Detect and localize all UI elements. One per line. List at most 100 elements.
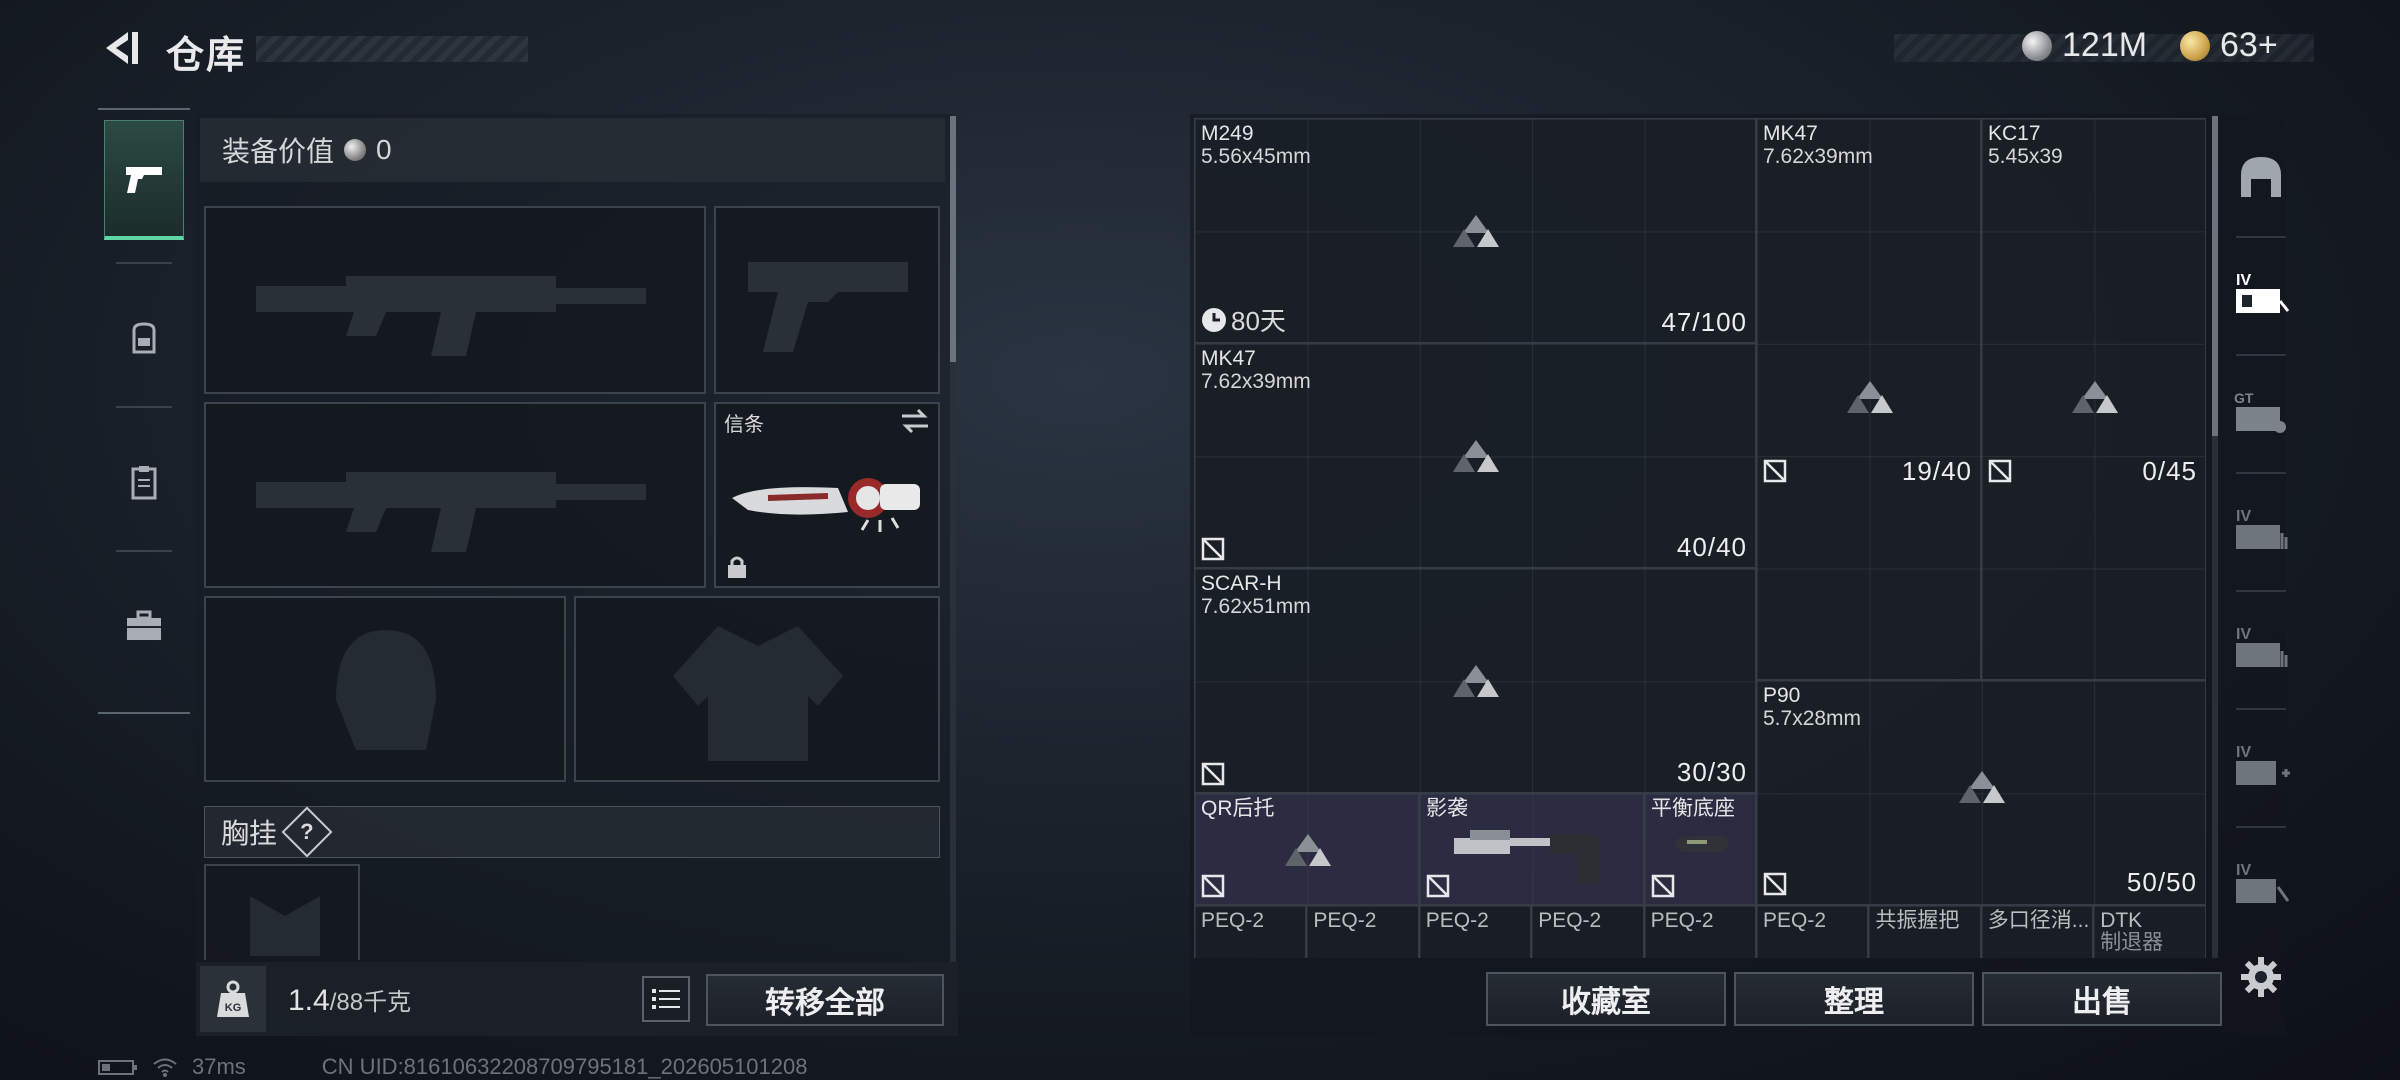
storage-tab-iv-4[interactable]: IV xyxy=(2226,848,2296,918)
gold-amount: 63+ xyxy=(2220,26,2278,64)
storage-item-m249[interactable]: M249 5.56x45mm 80天 47/100 xyxy=(1194,118,1756,343)
item-name: QR后托 xyxy=(1201,797,1275,820)
tab-toolbox[interactable] xyxy=(104,566,184,686)
item-name: PEQ-2 xyxy=(1538,909,1602,932)
backpack-icon xyxy=(132,322,156,354)
helmet-silhouette-icon xyxy=(336,630,436,750)
primary-weapon-slot[interactable] xyxy=(204,206,706,394)
svg-text:IV: IV xyxy=(2236,272,2251,289)
tab-weapons[interactable] xyxy=(104,120,184,240)
pistol-slot[interactable] xyxy=(714,206,940,394)
item-name: PEQ-2 xyxy=(1313,909,1377,932)
tab-separator xyxy=(2236,708,2286,710)
melee-slot[interactable]: 信条 xyxy=(714,402,940,588)
currency-gold[interactable]: 63+ xyxy=(2180,26,2278,65)
storage-item-small[interactable]: 共振握把 xyxy=(1868,905,1981,958)
swap-icon[interactable] xyxy=(900,408,930,434)
back-arrow-icon[interactable] xyxy=(98,26,142,70)
item-name: MK47 xyxy=(1201,347,1256,370)
help-icon[interactable]: ? xyxy=(281,806,333,858)
storage-item-small[interactable]: PEQ-2 xyxy=(1306,905,1419,958)
storage-item-shadow-stock[interactable]: 影袭 xyxy=(1419,793,1644,905)
item-subtitle: 制退器 xyxy=(2100,931,2164,954)
unmarked-icon xyxy=(1201,874,1225,898)
item-count: 47/100 xyxy=(1661,307,1747,337)
organize-button[interactable]: 整理 xyxy=(1734,972,1974,1026)
storage-item-small[interactable]: PEQ-2 xyxy=(1756,905,1869,958)
gold-coin-icon xyxy=(2180,30,2210,61)
storage-item-small[interactable]: PEQ-2 xyxy=(1643,905,1756,958)
weight-icon: KG xyxy=(200,966,266,1032)
storage-item-small[interactable]: PEQ-2 xyxy=(1194,905,1307,958)
storage-tab-iv-1[interactable]: IV xyxy=(2226,258,2296,328)
storage-item-small[interactable]: PEQ-2 xyxy=(1418,905,1532,958)
storage-gt-icon: GT xyxy=(2234,390,2286,433)
storage-item-qr-stock[interactable]: QR后托 xyxy=(1194,793,1419,905)
storage-item-mk47[interactable]: MK47 7.62x39mm 19/40 xyxy=(1756,118,1981,680)
item-name: 平衡底座 xyxy=(1651,797,1735,820)
storage-item-small[interactable]: 多口径消... xyxy=(1980,905,2094,958)
tab-separator xyxy=(2236,590,2286,592)
wifi-icon xyxy=(153,1058,177,1077)
storage-tab-iv-2[interactable]: IV xyxy=(2226,494,2296,564)
helmet-slot[interactable] xyxy=(204,596,566,782)
secondary-weapon-slot[interactable] xyxy=(204,402,706,588)
item-name: PEQ-2 xyxy=(1763,909,1827,932)
storage-item-kc17[interactable]: KC17 5.45x39 0/45 xyxy=(1981,118,2206,680)
tab-backpack[interactable] xyxy=(104,278,184,398)
unmarked-icon xyxy=(1201,762,1225,786)
weight-capacity: /88千克 xyxy=(329,989,412,1016)
chest-rig-slot[interactable] xyxy=(204,864,360,960)
user-uid: CN UID:81610632208709795181_202605101208 xyxy=(321,1054,808,1079)
storage-iv-icon: IV xyxy=(2236,272,2290,313)
item-name: SCAR-H xyxy=(1201,572,1282,595)
loadout-scrollbar-thumb[interactable] xyxy=(950,116,956,362)
storage-tab-dome[interactable] xyxy=(2226,142,2296,212)
sell-button[interactable]: 出售 xyxy=(1982,972,2222,1026)
chest-rig-bar: 胸挂 ? xyxy=(204,806,940,858)
weight-value: 1.4 xyxy=(288,984,330,1017)
battery-icon xyxy=(98,1060,137,1075)
knife-icon xyxy=(732,478,920,532)
equipment-value-bar: 装备价值 0 xyxy=(200,118,945,182)
item-count: 50/50 xyxy=(2126,867,2197,897)
storage-item-balance-base[interactable]: 平衡底座 xyxy=(1644,793,1756,905)
clock-icon xyxy=(1202,307,1226,332)
silver-coin-icon xyxy=(2022,30,2052,61)
settings-button[interactable] xyxy=(2226,942,2296,1012)
storage-item-small[interactable]: DTK 制退器 xyxy=(2093,905,2206,958)
storage-scrollbar-thumb[interactable] xyxy=(2212,116,2218,436)
storage-tab-gt[interactable]: GT xyxy=(2226,376,2296,446)
toolbox-icon xyxy=(127,610,161,640)
equipment-value: 0 xyxy=(376,134,392,165)
pistol-silhouette-icon xyxy=(748,262,908,352)
item-name: MK47 xyxy=(1763,122,1818,145)
list-view-button[interactable] xyxy=(642,976,690,1022)
storage-tab-iv-3[interactable]: IV xyxy=(2226,612,2296,682)
category-tabs xyxy=(98,108,190,714)
mount-icon xyxy=(1675,836,1729,852)
unmarked-icon xyxy=(1763,872,1787,896)
armor-slot[interactable] xyxy=(574,596,940,782)
tab-separator xyxy=(2236,826,2286,828)
storage-item-mk47[interactable]: MK47 7.62x39mm 40/40 xyxy=(1194,343,1756,568)
transfer-all-button[interactable]: 转移全部 xyxy=(706,974,944,1026)
item-name: 多口径消... xyxy=(1987,909,2090,932)
dome-icon xyxy=(2241,157,2281,197)
svg-text:IV: IV xyxy=(2236,508,2251,525)
placeholder-triangle-icon xyxy=(1453,665,1499,697)
placeholder-triangle-icon xyxy=(2072,381,2118,413)
svg-text:IV: IV xyxy=(2236,626,2251,643)
storage-item-scar-h[interactable]: SCAR-H 7.62x51mm 30/30 xyxy=(1194,568,1756,793)
storage-item-p90[interactable]: P90 5.7x28mm 50/50 xyxy=(1756,680,2206,905)
collection-room-button[interactable]: 收藏室 xyxy=(1486,972,1726,1026)
tab-separator xyxy=(2236,236,2286,238)
item-name: PEQ-2 xyxy=(1425,909,1489,932)
storage-item-small[interactable]: PEQ-2 xyxy=(1531,905,1644,958)
tab-clipboard[interactable] xyxy=(104,422,184,542)
item-name: 共振握把 xyxy=(1875,909,1960,932)
item-count: 19/40 xyxy=(1901,456,1972,486)
storage-tab-iv-plus[interactable]: IV xyxy=(2226,730,2296,800)
item-name: KC17 xyxy=(1988,122,2041,145)
chest-rig-label: 胸挂 xyxy=(221,818,278,849)
